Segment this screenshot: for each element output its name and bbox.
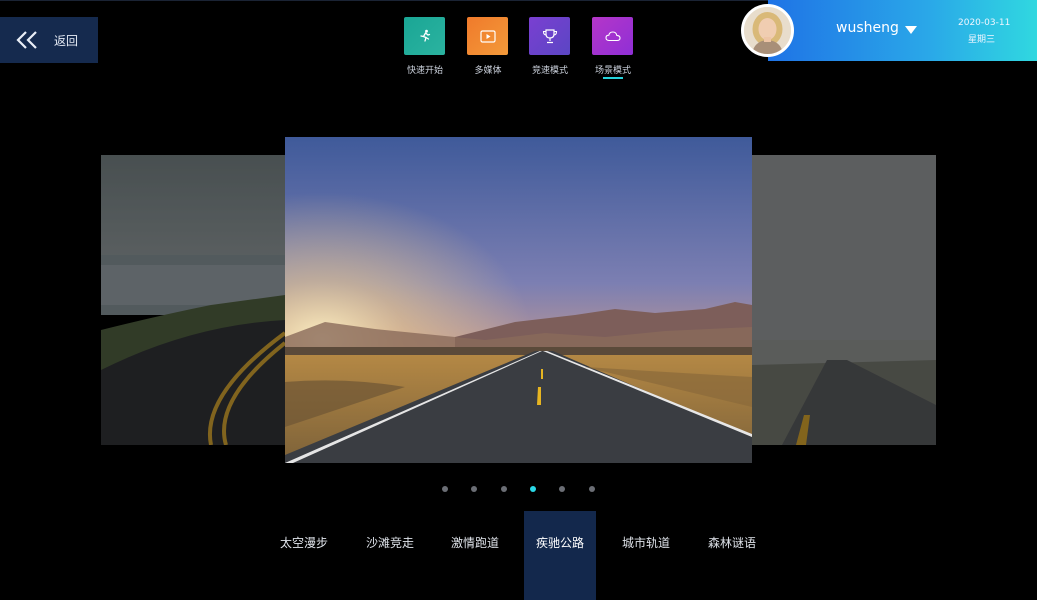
mode-tile xyxy=(592,17,633,55)
mode-scene[interactable]: 场景模式 xyxy=(592,17,634,79)
username[interactable]: wusheng xyxy=(836,20,899,36)
scene-tab[interactable]: 森林谜语 xyxy=(696,511,768,600)
scene-tab[interactable]: 沙滩竞走 xyxy=(354,511,426,600)
active-mode-indicator xyxy=(603,77,623,79)
user-header-bar xyxy=(768,0,1037,61)
mode-tile xyxy=(404,17,445,55)
scene-tab-label: 城市轨道 xyxy=(621,536,670,550)
highway-sunset-image xyxy=(285,137,752,463)
scene-tab-label: 激情跑道 xyxy=(450,536,499,550)
cloud-icon xyxy=(604,31,621,42)
avatar-image xyxy=(744,7,791,54)
carousel-dot[interactable] xyxy=(501,486,507,492)
date-text: 2020-03-11 xyxy=(958,18,1011,28)
plain-road-image xyxy=(752,155,936,445)
mode-label: 多媒体 xyxy=(474,66,502,76)
carousel-dot[interactable] xyxy=(559,486,565,492)
mode-quick-start[interactable]: 快速开始 xyxy=(404,17,446,76)
carousel-dot[interactable] xyxy=(471,486,477,492)
scene-tab-label: 森林谜语 xyxy=(707,536,756,550)
carousel-dot-active[interactable] xyxy=(530,486,536,492)
video-icon xyxy=(479,29,496,43)
mode-racing[interactable]: 竞速模式 xyxy=(529,17,571,76)
carousel-dot[interactable] xyxy=(442,486,448,492)
scene-tab-active[interactable]: 疾驰公路 xyxy=(524,511,596,600)
back-button[interactable]: 返回 xyxy=(0,17,98,63)
carousel-dot[interactable] xyxy=(589,486,595,492)
mode-tile xyxy=(529,17,570,55)
back-label: 返回 xyxy=(54,34,79,48)
scene-tab[interactable]: 激情跑道 xyxy=(439,511,511,600)
double-chevron-left-icon xyxy=(16,31,37,49)
scene-tab-label: 沙滩竞走 xyxy=(365,536,414,550)
scene-tab[interactable]: 城市轨道 xyxy=(610,511,682,600)
mode-multimedia[interactable]: 多媒体 xyxy=(467,17,509,76)
scene-tab[interactable]: 太空漫步 xyxy=(268,511,340,600)
scene-tab-label: 疾驰公路 xyxy=(535,536,584,550)
mode-label: 场景模式 xyxy=(594,66,632,76)
caret-down-icon[interactable] xyxy=(905,26,917,34)
scene-preview-prev[interactable] xyxy=(101,155,285,445)
scene-tab-label: 太空漫步 xyxy=(279,536,328,550)
mode-tile xyxy=(467,17,508,55)
weekday-text: 星期三 xyxy=(968,35,996,45)
scene-preview-current[interactable] xyxy=(285,137,752,463)
mode-label: 快速开始 xyxy=(406,66,444,76)
carousel-pagination xyxy=(0,486,1037,494)
avatar[interactable] xyxy=(741,4,794,57)
coastal-road-image xyxy=(101,155,285,445)
trophy-icon xyxy=(542,28,557,43)
scene-preview-next[interactable] xyxy=(752,155,936,445)
running-icon xyxy=(419,29,430,42)
mode-label: 竞速模式 xyxy=(531,66,569,76)
